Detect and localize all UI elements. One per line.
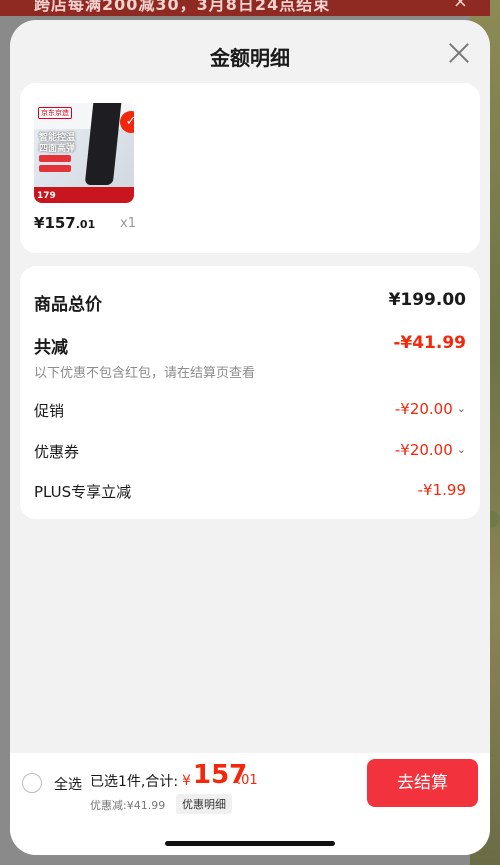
total-value: ¥199.00: [388, 290, 466, 310]
thumb-tag: [39, 155, 71, 162]
thumb-caption-2: 四面高弹: [39, 144, 76, 154]
reduce-value: -¥41.99: [393, 333, 466, 353]
total-label: 商品总价: [34, 295, 102, 315]
promo-text: 跨店每满200减30，3月8日24点结束: [34, 0, 331, 14]
product-card: 京东京造 智能控温 四面高弹 179 ✓ ¥157.01 x1: [20, 83, 480, 253]
selected-count: 已选1件,合计:: [90, 774, 179, 790]
sum-decimal: .01: [237, 773, 258, 788]
promo-close-icon: ×: [452, 0, 468, 12]
sum-symbol: ¥: [182, 773, 191, 789]
checkout-bar: 全选 已选1件,合计: ¥ 157 .01 优惠减:¥41.99 优惠明细 去结…: [10, 753, 490, 855]
product-thumbnail[interactable]: 京东京造 智能控温 四面高弹 179 ✓: [34, 103, 134, 203]
price-int: 157: [44, 214, 76, 232]
chevron-down-icon[interactable]: ⌄: [457, 443, 466, 456]
promo-banner: 跨店每满200减30，3月8日24点结束 ×: [0, 0, 490, 16]
coupon-value: -¥20.00 ⌄: [395, 441, 466, 459]
chevron-down-icon[interactable]: ⌄: [457, 402, 466, 415]
discount-summary: 优惠减:¥41.99: [90, 799, 166, 812]
plus-label: PLUS专享立减: [34, 483, 132, 501]
close-icon[interactable]: [446, 40, 472, 66]
home-indicator[interactable]: [165, 841, 335, 846]
brand-logo: 京东京造: [38, 107, 72, 119]
promotion-value: -¥20.00 ⌄: [395, 400, 466, 418]
thumb-tag: [39, 165, 71, 172]
select-all-radio[interactable]: [22, 773, 42, 793]
sheet-title: 金额明细: [210, 46, 290, 70]
coupon-amount: -¥20.00: [394, 441, 453, 459]
price-symbol: ¥: [34, 214, 45, 232]
plus-value: -¥1.99: [417, 481, 466, 499]
product-price: ¥157.01: [34, 214, 95, 232]
amount-detail-sheet: 金额明细 京东京造 智能控温 四面高弹 179 ✓ ¥157.01 x1 商品总…: [10, 20, 490, 855]
select-all-label[interactable]: 全选: [54, 774, 82, 794]
product-quantity: x1: [120, 216, 136, 231]
promotion-amount: -¥20.00: [394, 400, 453, 418]
thumb-price-bar: 179: [34, 187, 134, 203]
amount-detail-card: 商品总价 ¥199.00 共减 -¥41.99 以下优惠不包含红包，请在结算页查…: [20, 266, 480, 519]
thumb-price: 179: [37, 191, 56, 201]
checkmark-icon: ✓: [120, 111, 134, 133]
coupon-label: 优惠券: [34, 443, 80, 461]
promotion-label: 促销: [34, 402, 65, 420]
discount-detail-link[interactable]: 优惠明细: [176, 794, 232, 814]
checkout-button[interactable]: 去结算: [367, 759, 478, 807]
discount-note: 以下优惠不包含红包，请在结算页查看: [34, 366, 256, 381]
reduce-label: 共减: [34, 338, 68, 358]
price-cents: .01: [75, 218, 96, 231]
